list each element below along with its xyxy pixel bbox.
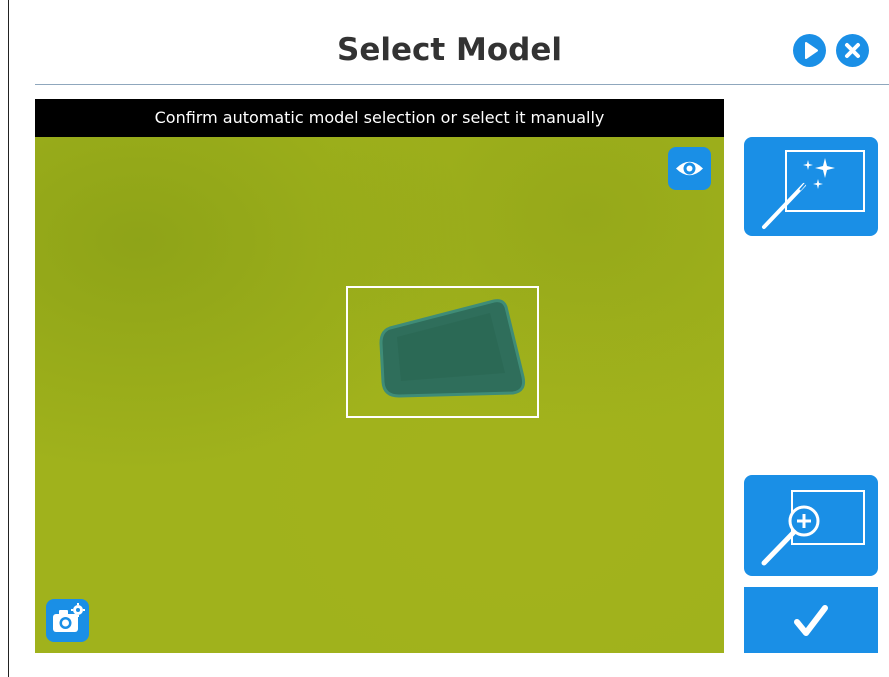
camera-settings-button[interactable]	[46, 599, 89, 642]
preview-toggle-button[interactable]	[668, 147, 711, 190]
eye-icon	[676, 161, 703, 176]
camera-settings-icon	[53, 603, 85, 632]
page-title: Select Model	[337, 32, 562, 68]
header-divider	[35, 84, 889, 85]
next-button[interactable]	[793, 34, 826, 67]
auto-select-button[interactable]	[744, 137, 878, 236]
selection-box[interactable]	[346, 286, 539, 418]
manual-select-button[interactable]	[744, 475, 878, 576]
camera-view[interactable]: Confirm automatic model selection or sel…	[35, 99, 724, 653]
select-model-screen: Select Model Confirm automatic model sel…	[8, 0, 889, 677]
magic-wand-icon	[762, 150, 865, 229]
confirm-button[interactable]	[744, 587, 878, 653]
close-button[interactable]	[836, 34, 869, 67]
checkmark-icon	[794, 605, 828, 636]
instruction-banner: Confirm automatic model selection or sel…	[35, 99, 724, 137]
close-icon	[845, 43, 860, 58]
zoom-select-icon	[761, 490, 865, 566]
play-icon	[805, 42, 818, 59]
